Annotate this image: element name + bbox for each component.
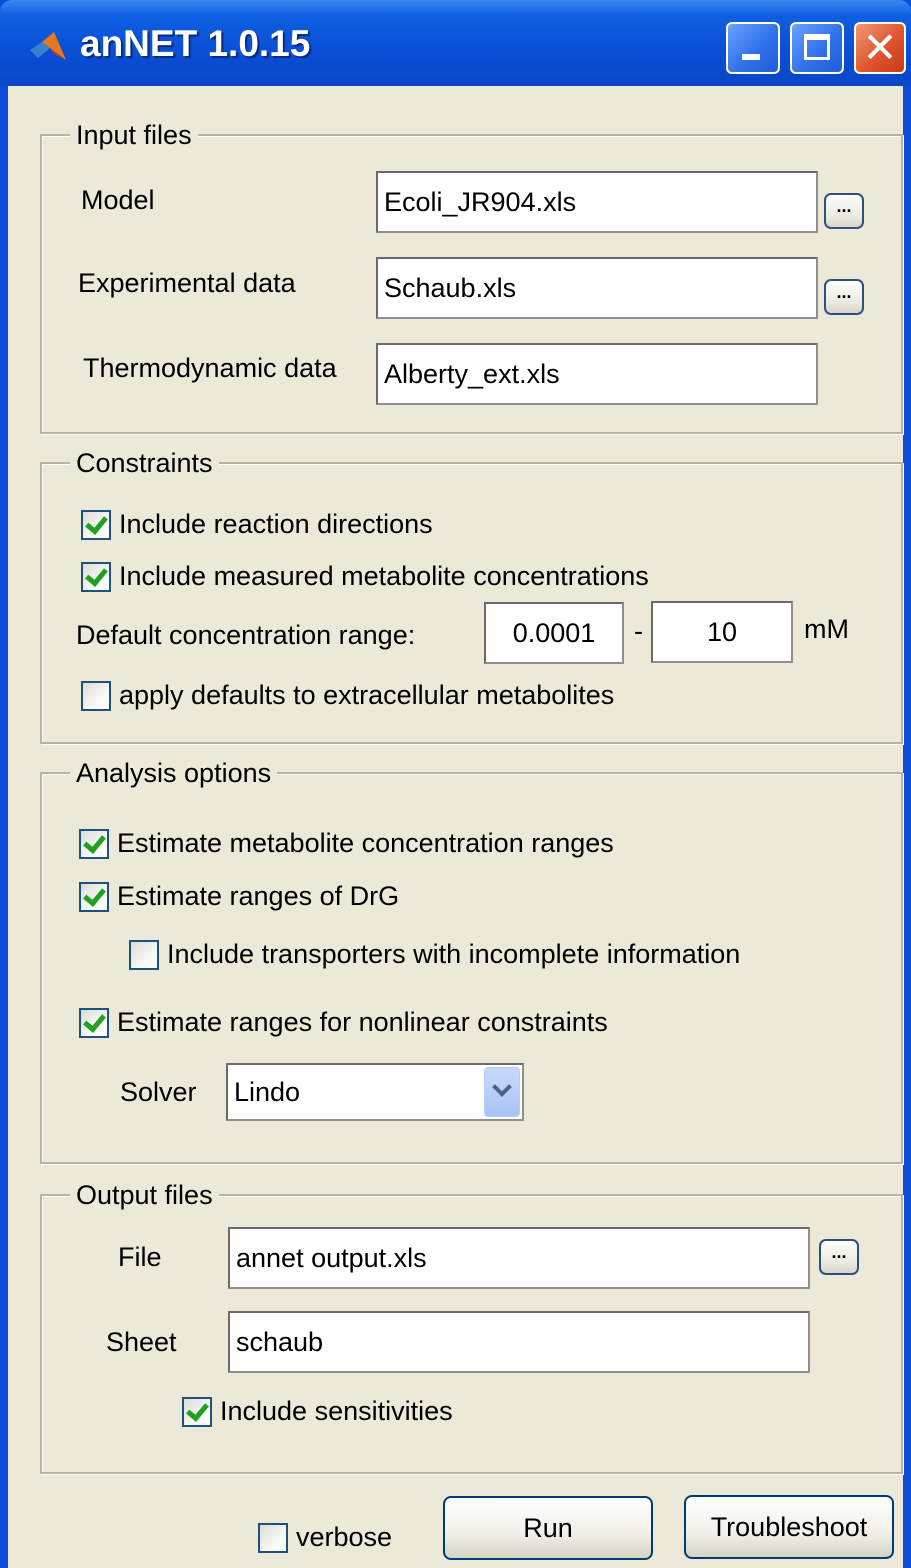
thermodynamic-data-label: Thermodynamic data bbox=[83, 353, 337, 383]
include-transporters-checkbox[interactable]: Include transporters with incomplete inf… bbox=[129, 939, 740, 970]
estimate-nonlinear-ranges-checkbox[interactable]: Estimate ranges for nonlinear constraint… bbox=[79, 1007, 608, 1038]
checkbox-box[interactable] bbox=[258, 1522, 288, 1553]
sheet-label: Sheet bbox=[106, 1327, 177, 1357]
analysis-options-legend: Analysis options bbox=[70, 756, 278, 790]
checkbox-label: Estimate ranges for nonlinear constraint… bbox=[117, 1007, 608, 1037]
checkbox-box[interactable] bbox=[129, 939, 159, 970]
checkbox-label: Include reaction directions bbox=[119, 509, 433, 539]
output-file-field[interactable]: annet output.xls bbox=[228, 1227, 810, 1289]
file-label: File bbox=[118, 1242, 162, 1272]
checkbox-label: verbose bbox=[296, 1522, 393, 1552]
range-max-field[interactable]: 10 bbox=[651, 601, 793, 663]
checkbox-box[interactable] bbox=[182, 1396, 212, 1427]
range-dash: - bbox=[634, 616, 643, 646]
solver-select[interactable]: Lindo bbox=[226, 1063, 524, 1121]
annet-window: anNET 1.0.15 ✕ Input files Model Ecoli_J… bbox=[0, 0, 911, 1568]
checkbox-label: apply defaults to extracellular metaboli… bbox=[119, 680, 615, 710]
checkbox-box[interactable] bbox=[79, 1007, 109, 1038]
range-min-field[interactable]: 0.0001 bbox=[484, 602, 624, 664]
troubleshoot-button[interactable]: Troubleshoot bbox=[684, 1495, 894, 1559]
thermodynamic-data-field[interactable]: Alberty_ext.xls bbox=[376, 343, 818, 405]
model-label: Model bbox=[81, 185, 155, 215]
solver-selected-value: Lindo bbox=[234, 1077, 301, 1107]
checkbox-box[interactable] bbox=[79, 881, 109, 912]
apply-defaults-checkbox[interactable]: apply defaults to extracellular metaboli… bbox=[81, 680, 614, 711]
checkbox-box[interactable] bbox=[81, 509, 111, 540]
checkbox-label: Estimate metabolite concentration ranges bbox=[117, 828, 614, 858]
experimental-data-browse-button[interactable]: ... bbox=[824, 279, 864, 315]
include-measured-concentrations-checkbox[interactable]: Include measured metabolite concentratio… bbox=[81, 561, 649, 592]
checkbox-label: Include sensitivities bbox=[220, 1396, 453, 1426]
constraints-legend: Constraints bbox=[70, 446, 219, 480]
checkbox-box[interactable] bbox=[79, 828, 109, 859]
solver-label: Solver bbox=[120, 1077, 197, 1107]
output-file-browse-button[interactable]: ... bbox=[819, 1239, 859, 1275]
input-files-legend: Input files bbox=[70, 118, 198, 152]
checkbox-label: Estimate ranges of DrG bbox=[117, 881, 400, 911]
run-button[interactable]: Run bbox=[443, 1496, 653, 1560]
checkbox-box[interactable] bbox=[81, 561, 111, 592]
verbose-checkbox[interactable]: verbose bbox=[258, 1522, 392, 1553]
close-button[interactable]: ✕ bbox=[854, 22, 906, 74]
estimate-concentration-ranges-checkbox[interactable]: Estimate metabolite concentration ranges bbox=[79, 828, 614, 859]
experimental-data-label: Experimental data bbox=[78, 268, 296, 298]
window-title: anNET 1.0.15 bbox=[80, 23, 311, 64]
close-icon: ✕ bbox=[862, 24, 898, 71]
experimental-data-field[interactable]: Schaub.xls bbox=[376, 257, 818, 319]
chevron-down-icon[interactable] bbox=[484, 1067, 520, 1117]
estimate-drg-ranges-checkbox[interactable]: Estimate ranges of DrG bbox=[79, 881, 399, 912]
checkbox-label: Include measured metabolite concentratio… bbox=[119, 561, 649, 591]
model-field[interactable]: Ecoli_JR904.xls bbox=[376, 171, 818, 233]
default-range-label: Default concentration range: bbox=[76, 620, 416, 650]
include-reaction-directions-checkbox[interactable]: Include reaction directions bbox=[81, 509, 433, 540]
minimize-button[interactable] bbox=[726, 22, 780, 74]
maximize-button[interactable] bbox=[790, 22, 844, 74]
checkbox-box[interactable] bbox=[81, 680, 111, 711]
matlab-icon bbox=[30, 32, 66, 60]
checkbox-label: Include transporters with incomplete inf… bbox=[167, 939, 741, 969]
window-client-area: Input files Model Ecoli_JR904.xls ... Ex… bbox=[8, 86, 903, 1568]
model-browse-button[interactable]: ... bbox=[824, 193, 864, 229]
output-files-legend: Output files bbox=[70, 1178, 219, 1212]
range-unit-label: mM bbox=[804, 614, 849, 644]
title-bar[interactable]: anNET 1.0.15 ✕ bbox=[0, 0, 911, 86]
output-sheet-field[interactable]: schaub bbox=[228, 1311, 810, 1373]
include-sensitivities-checkbox[interactable]: Include sensitivities bbox=[182, 1396, 453, 1427]
